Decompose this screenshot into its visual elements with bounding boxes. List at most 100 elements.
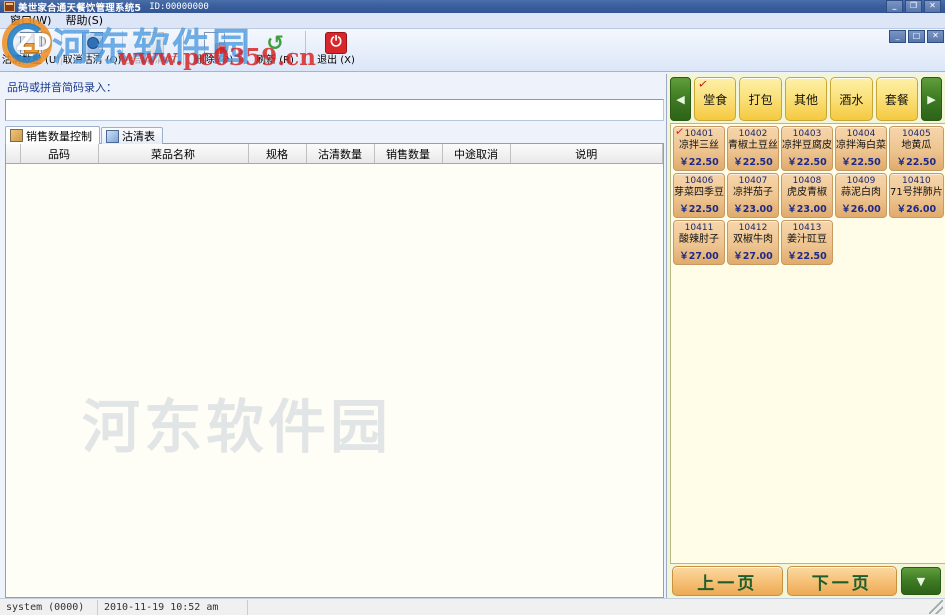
column-header-code[interactable]: 品码 bbox=[20, 144, 99, 164]
dish-price: ￥26.00 bbox=[896, 204, 937, 215]
mdi-minimize-button[interactable]: _ bbox=[889, 30, 906, 43]
dish-item[interactable]: 10407 凉拌茄子 ￥23.00 bbox=[727, 173, 779, 218]
dish-code: 10403 bbox=[792, 129, 822, 139]
mdi-close-button[interactable]: ✕ bbox=[927, 30, 944, 43]
dish-item[interactable]: 10403 凉拌豆腐皮 ￥22.50 bbox=[781, 126, 833, 171]
dish-item[interactable]: 10413 姜汁豇豆 ￥22.50 bbox=[781, 220, 833, 265]
dish-name: 凉拌茄子 bbox=[733, 187, 773, 198]
right-panel: ◀ ✓ 堂食 打包 其他 酒水 套餐 ▶ ✓ 10401 凉拌三丝 ￥22.50… bbox=[666, 74, 945, 598]
dish-code: 10413 bbox=[792, 223, 822, 233]
main-content: 品码或拼音简码录入： 销售数量控制 沽清表 品码 菜品名称 规格 沽清数量 销售… bbox=[0, 72, 945, 598]
dish-name: 地黄瓜 bbox=[901, 140, 932, 151]
toolbar-label-refresh: 刷新 (R) bbox=[256, 55, 294, 66]
dish-price: ￥23.00 bbox=[787, 204, 827, 215]
tab-bar: 销售数量控制 沽清表 bbox=[5, 126, 664, 144]
window-titlebar: 美世家合通天餐饮管理系统5 ID:00000000 _ ❐ ✕ bbox=[0, 0, 945, 14]
dish-item[interactable]: 10412 双椒牛肉 ￥27.00 bbox=[727, 220, 779, 265]
dish-code: 10406 bbox=[684, 176, 714, 186]
category-prev-arrow-icon[interactable]: ◀ bbox=[670, 77, 691, 121]
top-category-label-dine-in: 堂食 bbox=[703, 92, 728, 107]
dish-item[interactable]: 10406 芽菜四季豆 ￥22.50 bbox=[673, 173, 725, 218]
dish-price: ￥22.50 bbox=[679, 204, 719, 215]
pager-bar: 上一页 下一页 ▼ bbox=[668, 564, 944, 596]
dish-item[interactable]: 10409 蒜泥白肉 ￥26.00 bbox=[835, 173, 887, 218]
toolbar-separator bbox=[305, 31, 306, 65]
dish-price: ￥22.50 bbox=[733, 157, 773, 168]
toolbar-label-delete: 删除 (D) bbox=[194, 55, 234, 66]
column-header-selector[interactable] bbox=[6, 144, 21, 164]
dish-item[interactable]: 10402 青椒土豆丝 ￥22.50 bbox=[727, 126, 779, 171]
dish-price: ￥22.50 bbox=[841, 157, 881, 168]
column-header-midway-cancel[interactable]: 中途取消 bbox=[442, 144, 511, 164]
column-header-remark[interactable]: 说明 bbox=[510, 144, 663, 164]
doc-orange-icon bbox=[20, 31, 42, 55]
top-category-dine-in[interactable]: ✓ 堂食 bbox=[694, 76, 737, 121]
dish-name: 71号拌肺片 bbox=[890, 187, 943, 198]
prev-page-button[interactable]: 上一页 bbox=[672, 566, 783, 596]
dish-code: 10408 bbox=[792, 176, 822, 186]
dish-name: 酸辣肘子 bbox=[679, 234, 719, 245]
dish-name: 凉拌三丝 bbox=[679, 140, 719, 151]
window-controls: _ ❐ ✕ bbox=[886, 0, 943, 13]
dish-code: 10405 bbox=[902, 129, 931, 139]
column-header-dish-name[interactable]: 菜品名称 bbox=[98, 144, 249, 164]
dish-price: ￥23.00 bbox=[733, 204, 773, 215]
blue-disc-icon bbox=[81, 31, 103, 55]
dish-item[interactable]: 10408 虎皮青椒 ￥23.00 bbox=[781, 173, 833, 218]
dish-name: 蒜泥白肉 bbox=[841, 187, 881, 198]
dish-code: 10404 bbox=[846, 129, 876, 139]
mdi-restore-button[interactable]: □ bbox=[908, 30, 925, 43]
resize-grip-icon[interactable] bbox=[929, 600, 943, 614]
dish-item[interactable]: 10411 酸辣肘子 ￥27.00 bbox=[673, 220, 725, 265]
gray-doc-icon bbox=[142, 31, 164, 55]
side-category-down-arrow-icon[interactable]: ▼ bbox=[901, 567, 941, 595]
top-category-set-meal[interactable]: 套餐 bbox=[875, 77, 919, 121]
toolbar-button-refresh[interactable]: ↺ 刷新 (R) bbox=[246, 29, 304, 69]
refresh-icon: ↺ bbox=[266, 31, 284, 55]
dish-name: 凉拌海白菜 bbox=[836, 140, 886, 151]
dish-item[interactable]: 10410 71号拌肺片 ￥26.00 bbox=[889, 173, 944, 218]
dish-code: 10401 bbox=[684, 129, 714, 139]
toolbar-label-soldout-quantity: 沽清数量 (U) bbox=[1, 55, 61, 66]
top-category-label-takeout: 打包 bbox=[748, 92, 773, 107]
data-grid-header-row: 品码 菜品名称 规格 沽清数量 销售数量 中途取消 说明 bbox=[6, 144, 663, 164]
next-page-button[interactable]: 下一页 bbox=[786, 566, 897, 596]
toolbar-button-soldout-quantity[interactable]: 沽清数量 (U) bbox=[2, 29, 60, 69]
sales-control-icon bbox=[10, 129, 23, 142]
dish-item[interactable]: ✓ 10401 凉拌三丝 ￥22.50 bbox=[673, 124, 725, 171]
column-header-spec[interactable]: 规格 bbox=[248, 144, 307, 164]
category-next-arrow-icon[interactable]: ▶ bbox=[921, 77, 943, 121]
dish-code: 10407 bbox=[738, 176, 768, 186]
menu-item-window[interactable]: 窗口(W) bbox=[3, 13, 58, 28]
dish-item[interactable]: 10405 地黄瓜 ￥22.50 bbox=[889, 126, 944, 171]
column-header-sales-qty[interactable]: 销售数量 bbox=[374, 144, 443, 164]
minimize-button[interactable]: _ bbox=[886, 0, 903, 13]
top-category-other[interactable]: 其他 bbox=[784, 77, 828, 121]
menu-item-help[interactable]: 帮助(S) bbox=[58, 13, 110, 28]
toolbar-separator bbox=[244, 31, 245, 65]
toolbar-button-delete[interactable]: 删除 (D) bbox=[185, 29, 243, 69]
top-category-drinks[interactable]: 酒水 bbox=[830, 77, 873, 121]
window-id-label: ID:00000000 bbox=[149, 1, 209, 12]
top-category-takeout[interactable]: 打包 bbox=[739, 77, 782, 121]
window-title: 美世家合通天餐饮管理系统5 bbox=[18, 2, 142, 14]
selected-check-icon: ✓ bbox=[697, 76, 709, 92]
delete-icon bbox=[203, 31, 226, 55]
dish-name: 芽菜四季豆 bbox=[674, 187, 724, 198]
toolbar-button-cancel-soldout[interactable]: 取消沽清 (Q) bbox=[63, 29, 121, 69]
column-header-soldout-qty[interactable]: 沽清数量 bbox=[306, 144, 375, 164]
dish-code: 10412 bbox=[738, 223, 768, 233]
code-entry-input[interactable] bbox=[5, 99, 664, 121]
tab-soldout-table[interactable]: 沽清表 bbox=[101, 127, 163, 144]
toolbar-label-cancel-soldout: 取消沽清 (Q) bbox=[62, 55, 122, 66]
soldout-table-icon bbox=[106, 129, 119, 143]
toolbar-button-exit[interactable]: ⏻ 退出 (X) bbox=[307, 29, 365, 69]
dish-item[interactable]: 10404 凉拌海白菜 ￥22.50 bbox=[835, 126, 887, 171]
dish-price: ￥27.00 bbox=[733, 251, 773, 262]
tab-sales-quantity-control[interactable]: 销售数量控制 bbox=[5, 126, 100, 144]
dish-price: ￥22.50 bbox=[787, 157, 827, 168]
dish-code: 10411 bbox=[684, 223, 714, 233]
close-button[interactable]: ✕ bbox=[924, 0, 941, 13]
dish-code: 10410 bbox=[902, 176, 931, 186]
restore-button[interactable]: ❐ bbox=[905, 0, 922, 13]
